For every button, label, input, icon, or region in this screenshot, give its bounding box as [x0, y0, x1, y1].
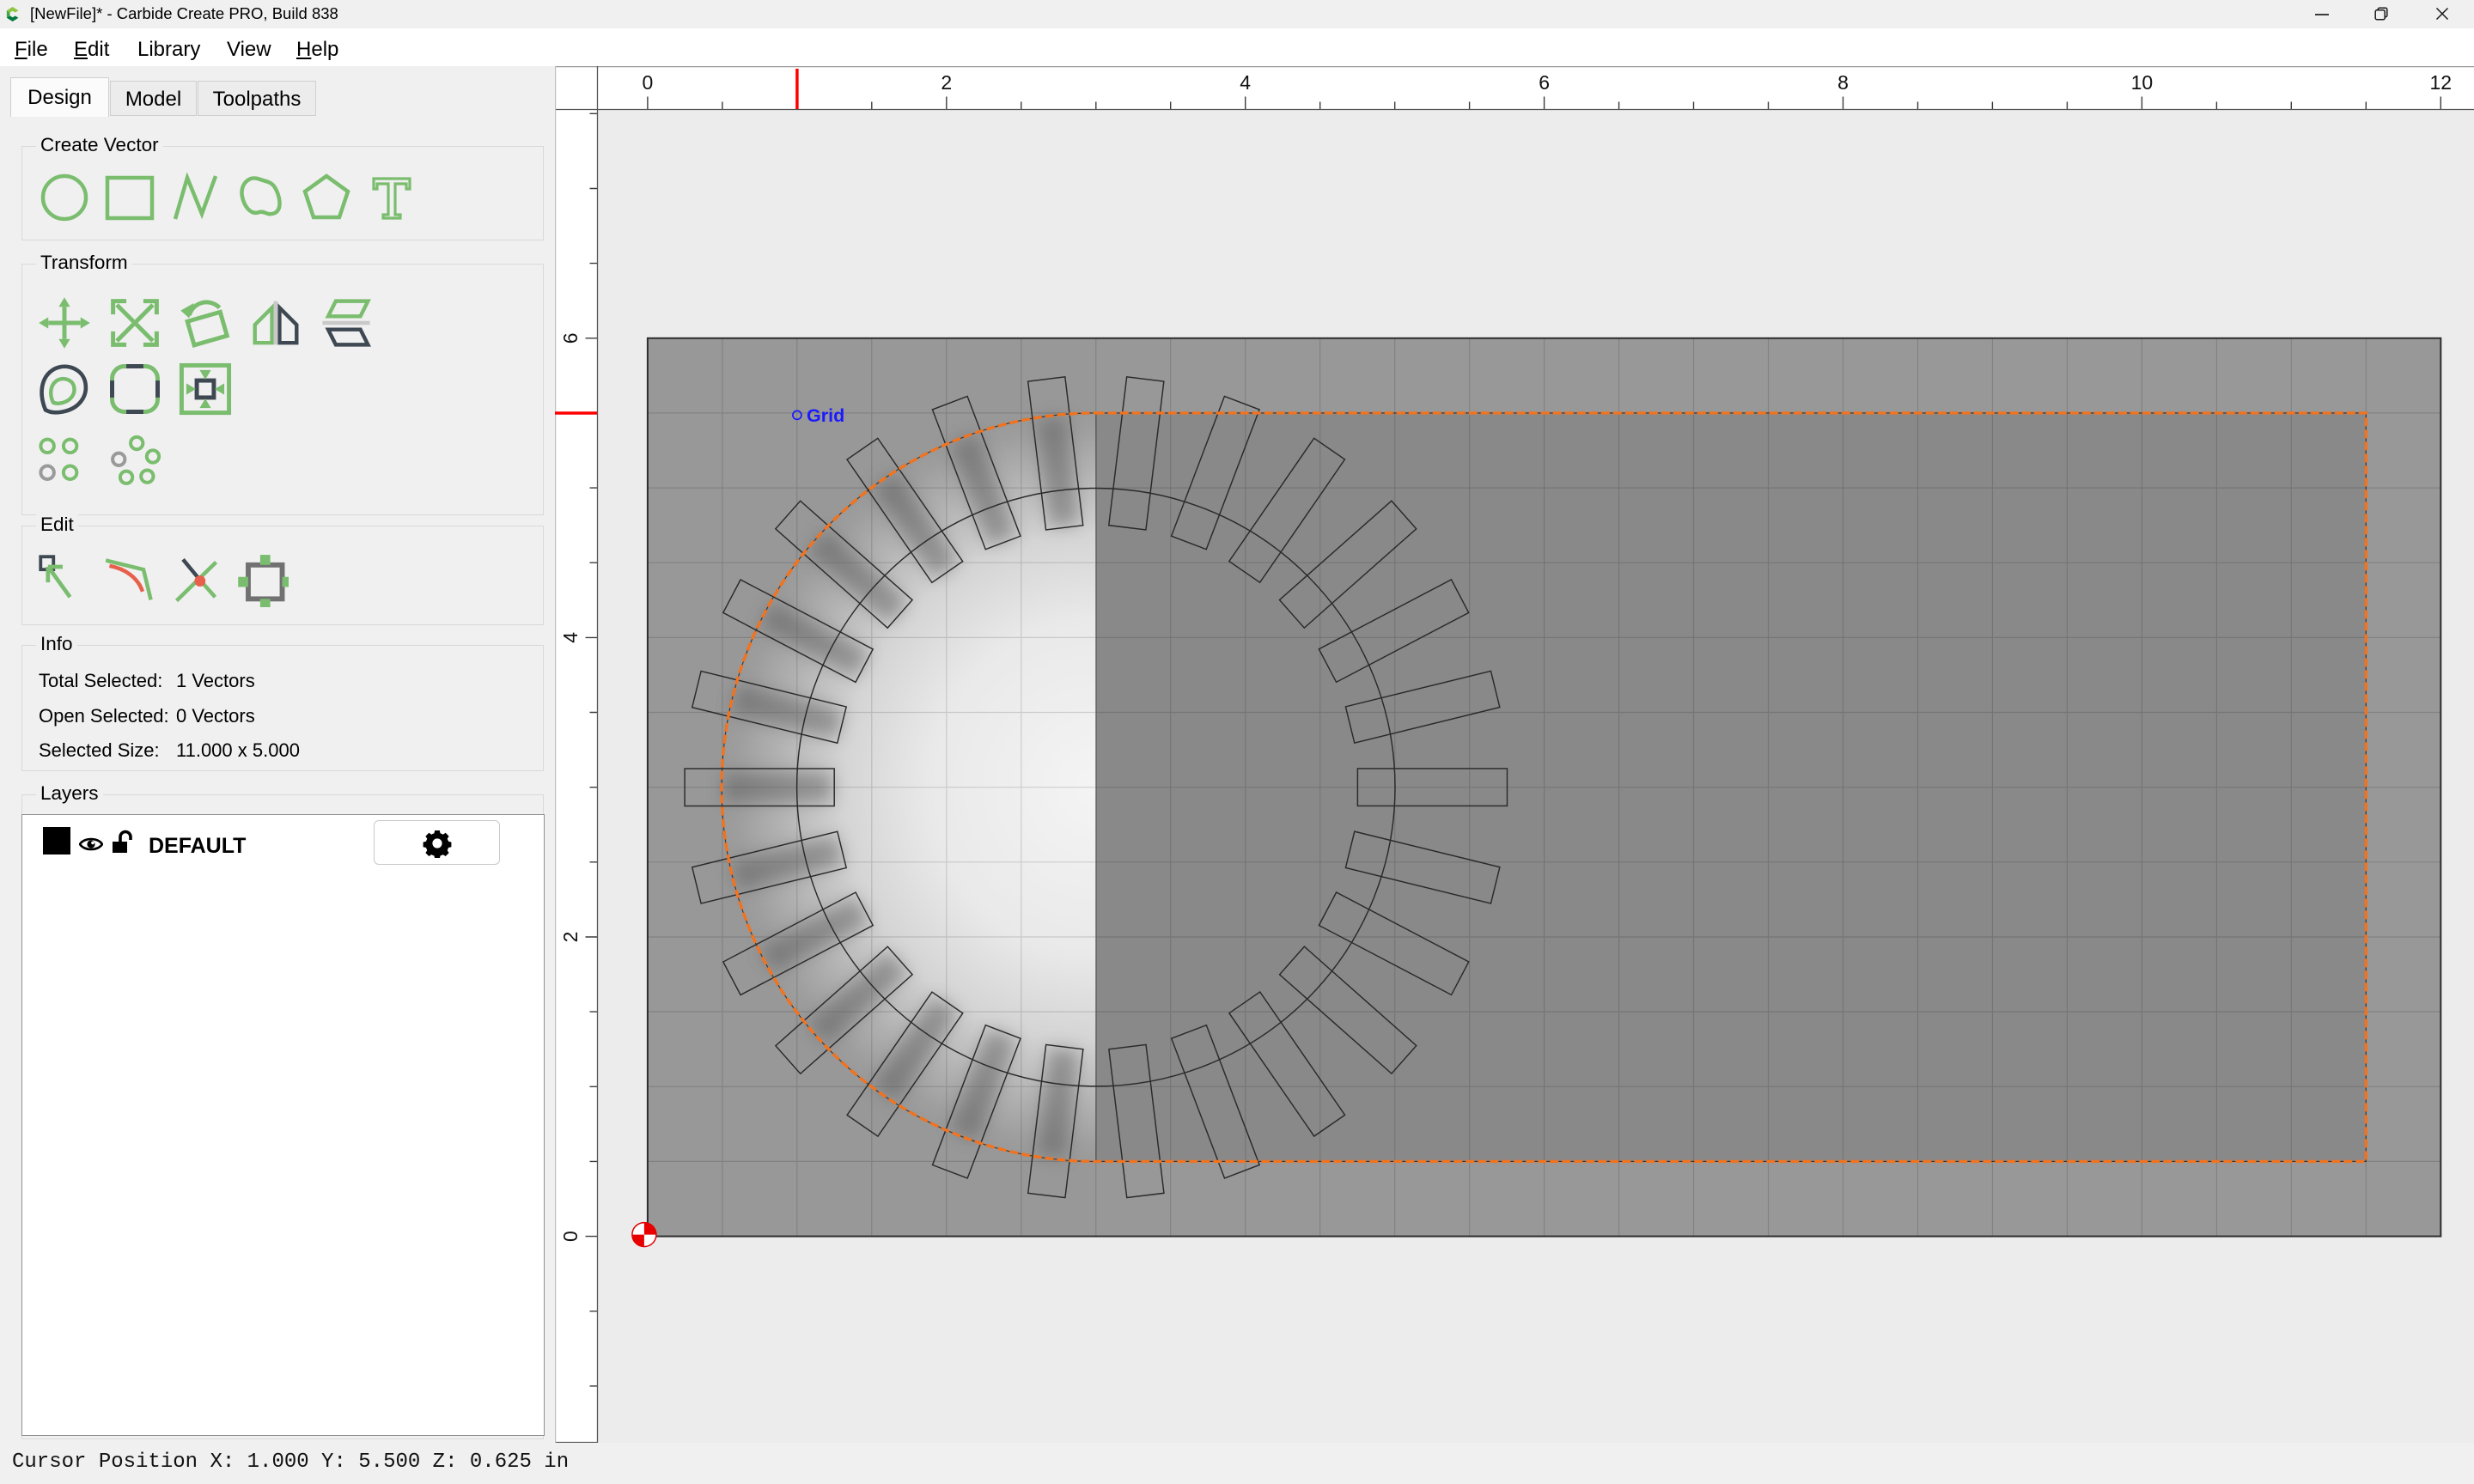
- svg-text:4: 4: [559, 632, 582, 643]
- svg-text:0: 0: [559, 1231, 582, 1242]
- svg-text:12: 12: [2430, 71, 2453, 94]
- svg-text:10: 10: [2131, 71, 2154, 94]
- svg-text:6: 6: [1539, 71, 1550, 94]
- svg-text:Grid: Grid: [807, 405, 844, 426]
- svg-text:2: 2: [941, 71, 952, 94]
- svg-text:4: 4: [1240, 71, 1251, 94]
- svg-text:2: 2: [559, 932, 582, 943]
- svg-text:6: 6: [559, 332, 582, 344]
- svg-text:0: 0: [643, 71, 654, 94]
- svg-text:8: 8: [1837, 71, 1849, 94]
